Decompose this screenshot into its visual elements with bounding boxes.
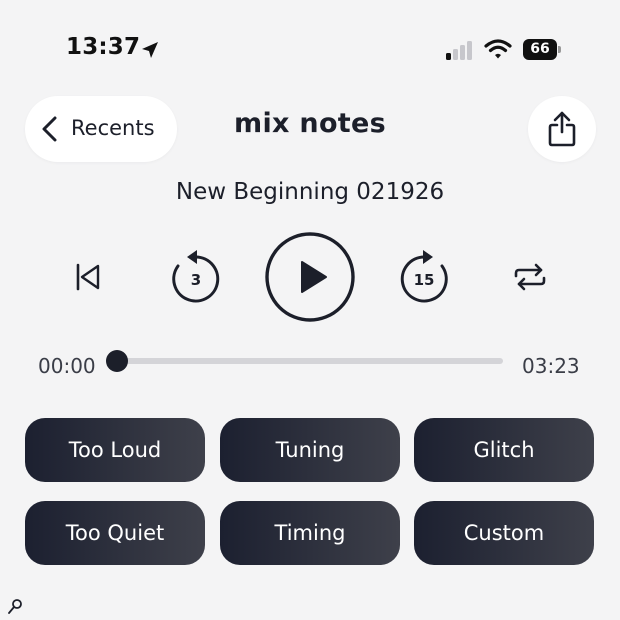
location-arrow-icon	[142, 42, 158, 58]
rewind-button[interactable]: 3	[168, 247, 224, 307]
skip-to-start-icon	[76, 263, 100, 291]
rewind-seconds: 3	[191, 271, 201, 289]
note-button-glitch[interactable]: Glitch	[414, 418, 594, 482]
battery-icon: 66	[523, 39, 561, 60]
wifi-icon	[484, 39, 512, 59]
skip-to-start-button[interactable]	[73, 262, 103, 292]
repeat-icon	[514, 263, 546, 291]
repeat-button[interactable]	[512, 262, 548, 292]
status-time: 13:37	[66, 34, 141, 60]
forward-button[interactable]: 15	[396, 247, 452, 307]
note-button-timing[interactable]: Timing	[220, 501, 400, 565]
status-bar: 13:37 66	[0, 0, 620, 100]
page-title: mix notes	[234, 108, 386, 139]
share-icon	[548, 111, 576, 147]
search-key-icon	[8, 599, 22, 614]
note-button-tuning[interactable]: Tuning	[220, 418, 400, 482]
progress-knob[interactable]	[106, 350, 128, 372]
forward-seconds: 15	[414, 271, 435, 289]
battery-level: 66	[523, 39, 557, 60]
signal-icon	[446, 41, 472, 60]
note-button-too-loud[interactable]: Too Loud	[25, 418, 205, 482]
play-button[interactable]	[265, 232, 355, 322]
note-button-too-quiet[interactable]: Too Quiet	[25, 501, 205, 565]
play-icon	[301, 261, 327, 293]
note-button-custom[interactable]: Custom	[414, 501, 594, 565]
progress-track[interactable]	[117, 358, 503, 364]
remaining-time: 03:23	[522, 354, 580, 378]
elapsed-time: 00:00	[38, 354, 96, 378]
track-title: New Beginning 021926	[175, 179, 445, 205]
share-button[interactable]	[528, 96, 596, 162]
